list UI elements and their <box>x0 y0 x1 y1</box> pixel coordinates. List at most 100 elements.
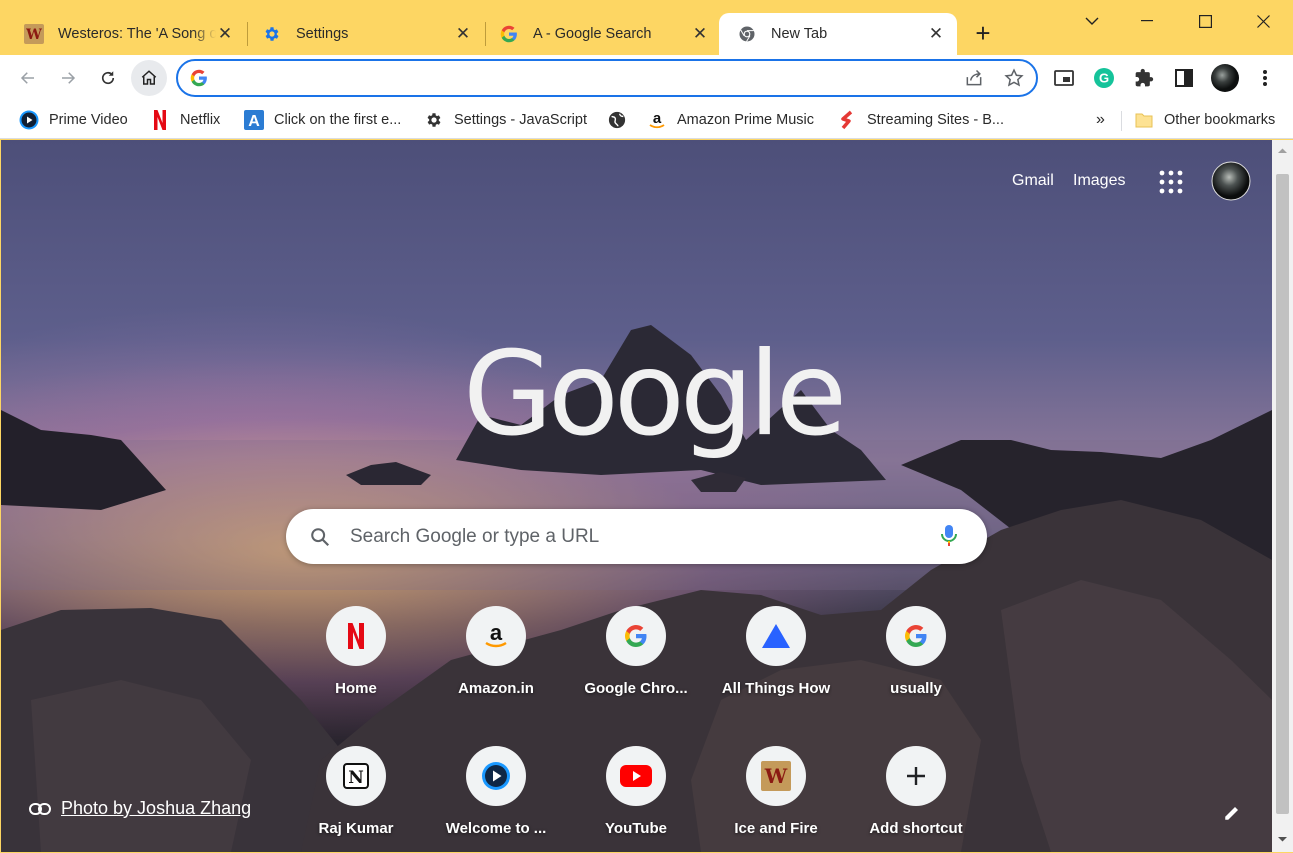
tab-title: A - Google Search <box>533 26 652 42</box>
back-button[interactable] <box>10 60 46 96</box>
google-g-icon <box>190 69 208 92</box>
customize-pencil-icon[interactable] <box>1219 800 1245 826</box>
photo-attribution-link[interactable]: Photo by Joshua Zhang <box>29 798 251 819</box>
plus-icon <box>886 746 946 806</box>
netflix-icon <box>326 606 386 666</box>
shortcut-google-chrome[interactable]: Google Chro... <box>580 601 692 721</box>
search-icon <box>309 526 331 553</box>
tab-settings[interactable]: Settings ✕ <box>244 13 484 55</box>
bookmark-amazon-prime-music[interactable]: a Amazon Prime Music <box>647 107 814 133</box>
home-button[interactable] <box>131 60 167 96</box>
tab-title: Westeros: The 'A Song of Ice and Fire' <box>58 26 216 42</box>
tab-google-search[interactable]: A - Google Search ✕ <box>481 13 721 55</box>
svg-text:a: a <box>490 622 503 645</box>
youtube-icon <box>606 746 666 806</box>
shortcut-ice-and-fire[interactable]: W Ice and Fire <box>720 741 832 852</box>
shortcut-welcome[interactable]: Welcome to ... <box>440 741 552 852</box>
maximize-button[interactable] <box>1190 8 1220 34</box>
close-icon[interactable]: ✕ <box>454 24 472 43</box>
streaming-icon <box>837 110 857 130</box>
forward-button[interactable] <box>50 60 86 96</box>
shortcut-usually[interactable]: usually <box>860 601 972 721</box>
toolbar: G <box>0 55 1293 101</box>
new-tab-page: Gmail Images Google Home a Amazon.in Goo… <box>1 140 1272 852</box>
profile-button[interactable] <box>1207 60 1243 96</box>
bookmark-label: Settings - JavaScript <box>454 112 587 128</box>
shortcut-all-things-how[interactable]: All Things How <box>720 601 832 721</box>
bookmark-label: Prime Video <box>49 112 128 128</box>
side-panel-button[interactable] <box>1166 60 1202 96</box>
shortcut-raj-kumar[interactable]: N Raj Kumar <box>300 741 412 852</box>
other-bookmarks-folder[interactable]: Other bookmarks <box>1134 107 1275 133</box>
omnibox-input[interactable] <box>218 67 958 91</box>
bookmark-label: Netflix <box>180 112 221 128</box>
svg-text:a: a <box>653 110 662 127</box>
picture-in-picture-icon <box>1054 70 1074 86</box>
forward-arrow-icon <box>62 72 76 84</box>
attribution-text: Photo by Joshua Zhang <box>61 798 252 818</box>
triangle-icon <box>746 606 806 666</box>
bookmark-settings-javascript[interactable]: Settings - JavaScript <box>424 107 587 133</box>
avatar[interactable] <box>1211 161 1251 201</box>
minimize-button[interactable] <box>1132 8 1162 34</box>
extensions-button[interactable] <box>1126 60 1162 96</box>
notion-icon: N <box>326 746 386 806</box>
westeros-icon: W <box>746 746 806 806</box>
apps-grid-icon[interactable] <box>1159 170 1183 194</box>
shortcut-label: Home <box>335 680 377 697</box>
new-tab-button[interactable]: + <box>968 18 998 48</box>
netflix-icon <box>150 110 170 130</box>
microphone-icon[interactable] <box>941 524 957 553</box>
shortcut-label: Ice and Fire <box>734 820 818 837</box>
close-icon[interactable]: ✕ <box>691 24 709 43</box>
back-arrow-icon <box>20 72 34 84</box>
bookmark-star-icon[interactable] <box>1004 68 1024 93</box>
tab-title: Settings <box>296 26 349 42</box>
kebab-menu-icon <box>1263 70 1267 86</box>
bookmark-label: Amazon Prime Music <box>677 112 814 128</box>
bookmark-netflix[interactable]: Netflix <box>150 107 220 133</box>
ntp-search-box[interactable] <box>286 509 987 564</box>
menu-button[interactable] <box>1247 60 1283 96</box>
a-icon: A <box>244 110 264 130</box>
google-g-icon <box>606 606 666 666</box>
search-input[interactable] <box>350 522 910 552</box>
tab-new-tab[interactable]: New Tab ✕ <box>719 13 957 55</box>
omnibox[interactable] <box>176 59 1038 97</box>
globe-icon <box>607 110 627 130</box>
tab-westeros[interactable]: W Westeros: The 'A Song of Ice and Fire'… <box>6 13 246 55</box>
scrollbar-thumb[interactable] <box>1276 174 1289 814</box>
reload-button[interactable] <box>90 60 126 96</box>
bookmark-label: Other bookmarks <box>1164 112 1276 128</box>
shortcut-label: All Things How <box>721 680 831 697</box>
scroll-down-icon[interactable] <box>1272 832 1293 846</box>
side-panel-icon <box>1175 69 1193 87</box>
images-link[interactable]: Images <box>1073 172 1125 190</box>
tab-strip: W Westeros: The 'A Song of Ice and Fire'… <box>0 0 1293 55</box>
picture-in-picture-button[interactable] <box>1046 60 1082 96</box>
bookmark-globe[interactable] <box>607 107 637 133</box>
svg-text:W: W <box>764 764 788 788</box>
bookmark-prime-video[interactable]: Prime Video <box>19 107 128 133</box>
google-logo: Google <box>463 327 847 462</box>
reload-icon <box>101 71 115 85</box>
grammarly-extension-button[interactable]: G <box>1086 60 1122 96</box>
folder-icon <box>1134 110 1154 130</box>
shortcut-label: Welcome to ... <box>445 820 547 837</box>
shortcut-home[interactable]: Home <box>300 601 412 721</box>
shortcut-label: Google Chro... <box>584 680 688 697</box>
shortcut-youtube[interactable]: YouTube <box>580 741 692 852</box>
bookmark-click-first[interactable]: A Click on the first e... <box>244 107 401 133</box>
bookmarks-overflow-button[interactable]: » <box>1096 107 1105 133</box>
close-window-button[interactable] <box>1248 8 1278 34</box>
shortcut-amazon[interactable]: a Amazon.in <box>440 601 552 721</box>
scroll-up-icon[interactable] <box>1272 144 1293 158</box>
bookmark-streaming-sites[interactable]: Streaming Sites - B... <box>837 107 1004 133</box>
tab-search-chevron-icon[interactable] <box>1077 8 1107 34</box>
scrollbar[interactable] <box>1272 140 1293 852</box>
close-icon[interactable]: ✕ <box>216 24 234 43</box>
add-shortcut-button[interactable]: Add shortcut <box>860 741 972 852</box>
share-icon[interactable] <box>964 68 984 93</box>
gmail-link[interactable]: Gmail <box>1012 172 1054 190</box>
close-icon[interactable]: ✕ <box>927 24 945 43</box>
